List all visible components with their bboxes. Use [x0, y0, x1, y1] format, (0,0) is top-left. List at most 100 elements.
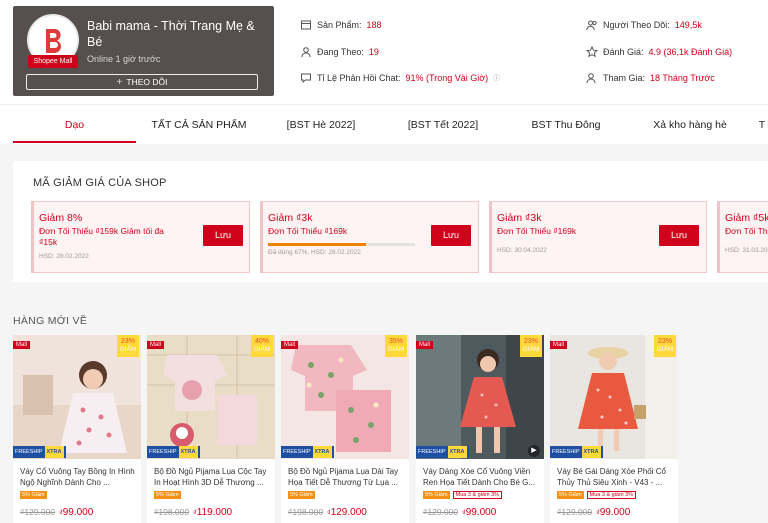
product-tags: 5% Giảm Mua 3 & giảm 3%	[557, 491, 637, 499]
product-card[interactable]: Mall 40% GIẢM FREESHIP XTRA Bộ Đồ Ngủ Pija…	[147, 335, 275, 523]
product-card[interactable]: Mall 23% GIẢM FREESHIP XTRA Váy Bé Gái Dán…	[550, 335, 678, 523]
info-icon[interactable]: ⓘ	[493, 73, 500, 83]
product-price: ₫198.000 ₫119.000	[154, 507, 232, 518]
sale-price: ₫99.000	[59, 507, 94, 518]
product-image[interactable]: Mall 23% GIẢM FREESHIP XTRA	[13, 335, 141, 459]
freeship-badge: FREESHIP XTRA	[147, 446, 200, 458]
product-card[interactable]: Mall 23% GIẢM FREESHIP XTRA ▶ Váy Dáng Xòe…	[416, 335, 544, 523]
tab-dao[interactable]: Dạo	[13, 105, 136, 145]
stat-products: Sản Phẩm: 188	[300, 19, 382, 31]
product-price: ₫198.000 ₫129.000	[288, 507, 367, 518]
freeship-badge: FREESHIP XTRA	[281, 446, 334, 458]
stat-followers: Người Theo Dõi: 149,5k	[586, 19, 702, 31]
discount-badge: 35% GIẢM	[385, 335, 407, 357]
voucher-amount: Giảm ₫5k	[725, 212, 768, 224]
product-price: ₫129.000 ₫99.000	[423, 507, 496, 518]
product-tags: 5% Giảm Mua 3 & giảm 3%	[423, 491, 503, 499]
stat-value: 19	[368, 47, 379, 57]
product-card[interactable]: Mall 23% GIẢM FREESHIP XTRA Váy Cổ Vuông T…	[13, 335, 141, 523]
tab-bst-thu-dong[interactable]: BST Thu Đông	[507, 105, 625, 145]
mall-tag: Mall	[281, 341, 299, 349]
product-image[interactable]: Mall 35% GIẢM FREESHIP XTRA	[281, 335, 409, 459]
stat-label: Đang Theo:	[317, 47, 364, 57]
stat-label: Sản Phẩm:	[317, 20, 362, 30]
combo-tag: Mua 3 & giảm 3%	[452, 491, 503, 499]
sale-price: ₫99.000	[462, 507, 497, 518]
discount-tag: 5% Giảm	[154, 491, 181, 499]
discount-badge: 23% GIẢM	[654, 335, 676, 357]
tab-more[interactable]: T	[756, 105, 768, 145]
combo-tag: Mua 3 & giảm 3%	[586, 491, 637, 499]
product-name[interactable]: Bộ Đồ Ngủ Pijama Lụa Cộc Tay In Hoạt Hìn…	[154, 466, 269, 488]
product-name[interactable]: Váy Bé Gái Dáng Xòe Phối Cổ Thủy Thủ Siê…	[557, 466, 672, 488]
video-play-icon[interactable]: ▶	[528, 445, 540, 457]
tab-bst-he-2022[interactable]: [BST Hè 2022]	[262, 105, 380, 145]
voucher-save-button[interactable]: Lưu	[659, 225, 699, 246]
stat-label: Đánh Giá:	[603, 47, 644, 57]
voucher-section-title: MÃ GIẢM GIÁ CỦA SHOP	[33, 177, 167, 189]
product-card[interactable]: Mall 35% GIẢM FREESHIP XTRA Bộ Đồ Ngủ Pija…	[281, 335, 409, 523]
stat-value: 4.9 (36,1k Đánh Giá)	[648, 47, 733, 57]
stat-rating: Đánh Giá: 4.9 (36,1k Đánh Giá)	[586, 46, 732, 58]
voucher-usage-fill	[268, 243, 367, 246]
tab-all-products[interactable]: TẤT CẢ SẢN PHẨM	[140, 105, 258, 145]
product-image[interactable]: Mall 23% GIẢM FREESHIP XTRA ▶	[416, 335, 544, 459]
stat-value: 18 Tháng Trước	[650, 73, 715, 83]
voucher-expiry: HSD: 30.04.2022	[497, 247, 547, 254]
product-name[interactable]: Váy Dáng Xòe Cổ Vuông Viền Ren Họa Tiết …	[423, 466, 538, 488]
product-image[interactable]: Mall 40% GIẢM FREESHIP XTRA	[147, 335, 275, 459]
voucher-usage-bar	[268, 243, 415, 246]
product-tags: 5% Giảm	[288, 491, 315, 499]
sale-price: ₫129.000	[327, 507, 367, 518]
voucher-card: Giảm 8% Đơn Tối Thiểu ₫159k Giảm tối đa …	[31, 201, 250, 273]
discount-badge: 23% GIẢM	[117, 335, 139, 357]
tab-bst-tet-2022[interactable]: [BST Tết 2022]	[384, 105, 502, 145]
voucher-expiry: Đã dùng 67%, HSD: 28.02.2022	[268, 249, 361, 256]
old-price: ₫129.000	[557, 507, 593, 517]
sale-price: ₫119.000	[193, 507, 233, 518]
old-price: ₫129.000	[423, 507, 459, 517]
voucher-save-button[interactable]: Lưu	[431, 225, 471, 246]
product-name[interactable]: Bộ Đồ Ngủ Pijama Lụa Dài Tay Họa Tiết Dễ…	[288, 466, 403, 488]
mall-tag: Mall	[13, 341, 31, 349]
stat-value: 91% (Trong Vài Giờ)	[405, 73, 489, 83]
voucher-amount: Giảm ₫3k	[268, 212, 313, 224]
plus-icon: +	[116, 76, 123, 88]
tab-xa-kho[interactable]: Xả kho hàng hè	[630, 105, 750, 145]
product-name[interactable]: Váy Cổ Vuông Tay Bồng In Hình Ngộ Nghĩnh…	[20, 466, 135, 488]
shop-name: Babi mama - Thời Trang Mẹ & Bé	[87, 19, 255, 49]
product-price: ₫129.000 ₫99.000	[20, 507, 93, 518]
stat-value: 149,5k	[674, 20, 702, 30]
product-tags: 5% Giảm	[20, 491, 47, 499]
shopee-mall-badge: Shopee Mall	[28, 55, 78, 68]
voucher-condition: Đơn Tối Thiểu ₫169k	[268, 226, 348, 236]
discount-badge: 40% GIẢM	[251, 335, 273, 357]
stat-following: Đang Theo: 19	[300, 46, 379, 58]
follow-button[interactable]: + THEO DÕI	[26, 74, 258, 90]
followers-icon	[586, 19, 598, 31]
mall-tag: Mall	[147, 341, 165, 349]
freeship-badge: FREESHIP XTRA	[416, 446, 469, 458]
sale-price: ₫99.000	[596, 507, 631, 518]
voucher-expiry: HSD: 28.02.2022	[39, 253, 89, 260]
voucher-card: Giảm ₫5k Đơn Tối Thiểu ₫2 HSD: 31.03.20	[717, 201, 768, 273]
stat-value: 188	[366, 20, 382, 30]
stat-chat-response: Tỉ Lệ Phản Hồi Chat: 91% (Trong Vài Giờ)…	[300, 72, 500, 84]
voucher-condition: Đơn Tối Thiểu ₫169k	[497, 226, 577, 236]
product-image[interactable]: Mall 23% GIẢM FREESHIP XTRA	[550, 335, 678, 459]
voucher-amount: Giảm ₫3k	[497, 212, 542, 224]
store-icon	[300, 19, 312, 31]
product-tags: 5% Giảm	[154, 491, 181, 499]
stat-label: Tỉ Lệ Phản Hồi Chat:	[317, 73, 401, 83]
user-icon	[300, 46, 312, 58]
join-icon	[586, 72, 598, 84]
stat-joined: Tham Gia: 18 Tháng Trước	[586, 72, 715, 84]
voucher-card: Giảm ₫3k Đơn Tối Thiểu ₫169k HSD: 30.04.…	[489, 201, 707, 273]
follow-label: THEO DÕI	[126, 77, 168, 87]
old-price: ₫198.000	[288, 507, 324, 517]
voucher-save-button[interactable]: Lưu	[203, 225, 243, 246]
discount-badge: 23% GIẢM	[520, 335, 542, 357]
voucher-card: Giảm ₫3k Đơn Tối Thiểu ₫169k Đã dùng 67%…	[260, 201, 479, 273]
freeship-badge: FREESHIP XTRA	[13, 446, 66, 458]
shop-logo	[46, 29, 62, 53]
